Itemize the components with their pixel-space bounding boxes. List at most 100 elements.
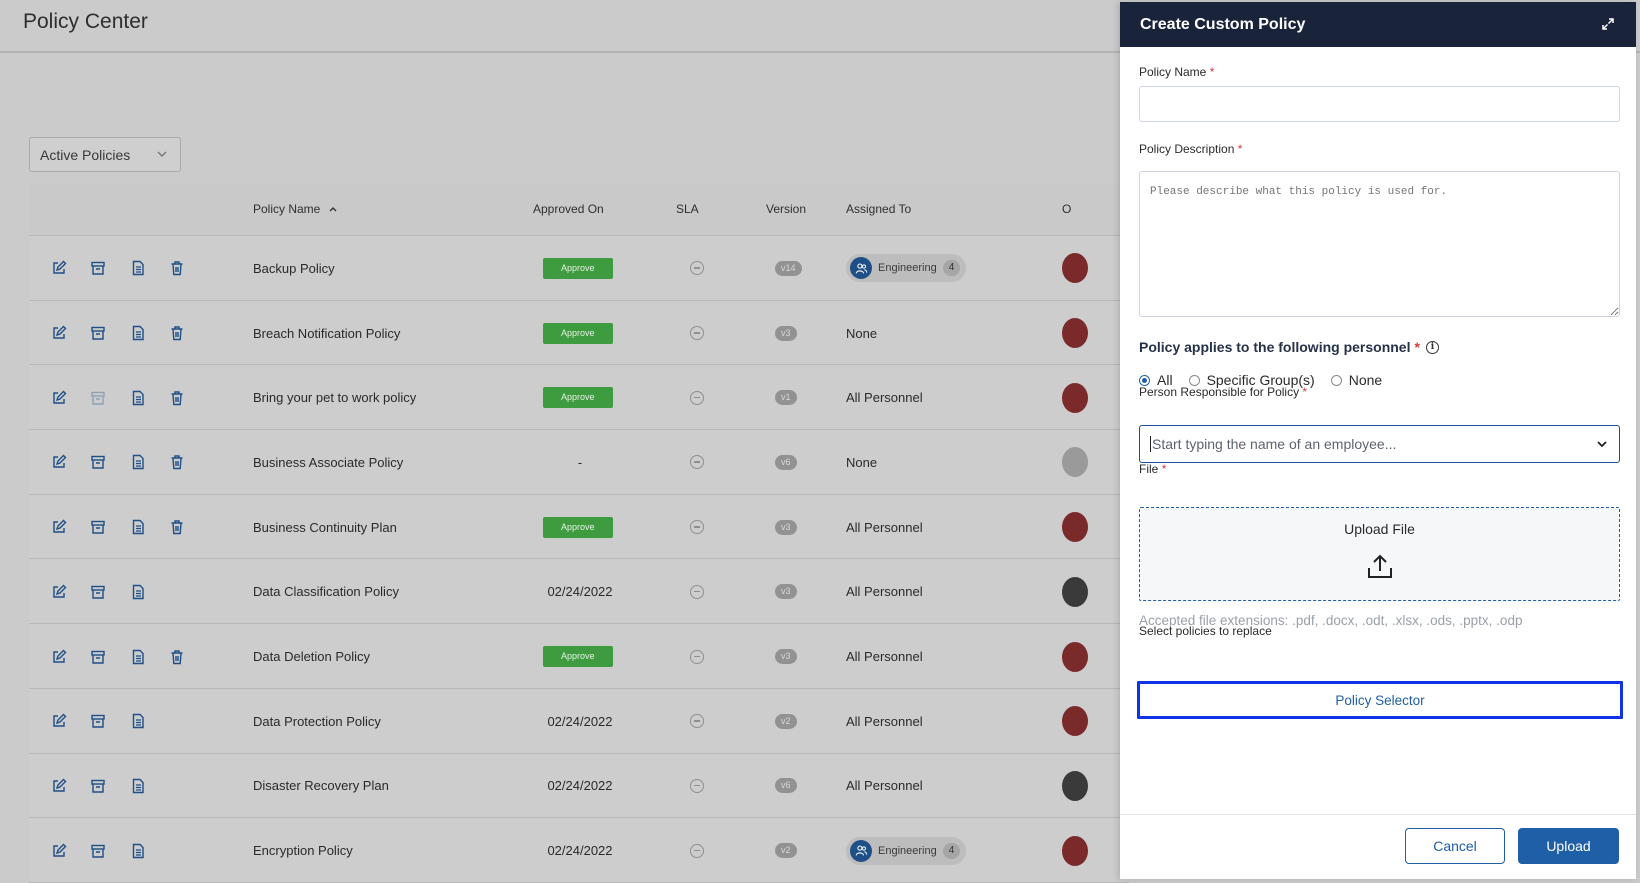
column-header-version[interactable]: Version bbox=[766, 202, 806, 216]
policy-name: Backup Policy bbox=[253, 260, 335, 276]
chevron-down-icon[interactable] bbox=[1595, 437, 1609, 451]
radio-checked[interactable] bbox=[1139, 374, 1150, 386]
column-header-sla[interactable]: SLA bbox=[676, 202, 699, 216]
info-icon[interactable]: i bbox=[1425, 340, 1439, 354]
policy-name-cell[interactable]: Disaster Recovery Plan bbox=[253, 754, 389, 819]
group-chip[interactable]: Engineering 4 bbox=[846, 254, 967, 283]
policy-name: Disaster Recovery Plan bbox=[253, 778, 389, 794]
policy-filter-select[interactable]: Active Policies bbox=[29, 137, 181, 172]
table-row[interactable]: Encryption Policy 02/24/2022 v2 Engineerin… bbox=[29, 818, 1129, 883]
document-icon[interactable] bbox=[130, 584, 146, 600]
column-header-policy-name[interactable]: Policy Name bbox=[253, 202, 338, 216]
column-header-owner[interactable]: O bbox=[1062, 202, 1071, 216]
policy-name: Breach Notification Policy bbox=[253, 325, 401, 341]
owner-avatar[interactable] bbox=[1062, 835, 1088, 866]
policy-name-cell[interactable]: Business Associate Policy bbox=[253, 430, 403, 495]
table-row[interactable]: Data Protection Policy 02/24/2022 v2 All Pe… bbox=[29, 689, 1129, 754]
table-row[interactable]: Breach Notification Policy Approve v3 None bbox=[29, 301, 1129, 366]
edit-icon[interactable] bbox=[51, 390, 67, 406]
policy-description-textarea[interactable] bbox=[1139, 171, 1620, 317]
document-icon[interactable] bbox=[130, 325, 146, 341]
radio-option-none[interactable]: None bbox=[1330, 372, 1382, 388]
sla-cell bbox=[690, 689, 704, 754]
document-icon[interactable] bbox=[130, 649, 146, 665]
document-icon[interactable] bbox=[130, 454, 146, 470]
policy-name-input[interactable] bbox=[1139, 86, 1620, 122]
owner-avatar[interactable] bbox=[1062, 770, 1088, 801]
policy-name-cell[interactable]: Business Continuity Plan bbox=[253, 495, 397, 560]
trash-icon[interactable] bbox=[169, 390, 185, 406]
assigned-to-cell: None bbox=[846, 430, 877, 495]
policy-name-cell[interactable]: Bring your pet to work policy bbox=[253, 365, 416, 430]
owner-avatar[interactable] bbox=[1062, 253, 1088, 284]
trash-icon[interactable] bbox=[169, 649, 185, 665]
archive-icon[interactable] bbox=[90, 260, 106, 276]
policy-name-cell[interactable]: Encryption Policy bbox=[253, 818, 353, 883]
document-icon[interactable] bbox=[130, 519, 146, 535]
approve-button[interactable]: Approve bbox=[543, 322, 613, 344]
document-icon[interactable] bbox=[130, 843, 146, 859]
owner-avatar[interactable] bbox=[1062, 641, 1088, 672]
table-row[interactable]: Backup Policy Approve v14 Engineering 4 bbox=[29, 236, 1129, 301]
archive-icon[interactable] bbox=[90, 649, 106, 665]
column-header-assigned-to[interactable]: Assigned To bbox=[846, 202, 911, 216]
owner-avatar[interactable] bbox=[1062, 706, 1088, 737]
archive-icon[interactable] bbox=[90, 843, 106, 859]
edit-icon[interactable] bbox=[51, 325, 67, 341]
trash-icon[interactable] bbox=[169, 519, 185, 535]
upload-button[interactable]: Upload bbox=[1518, 828, 1619, 864]
expand-icon[interactable] bbox=[1600, 16, 1616, 32]
policy-name-cell[interactable]: Breach Notification Policy bbox=[253, 301, 400, 366]
document-icon[interactable] bbox=[130, 260, 146, 276]
table-row[interactable]: Business Associate Policy - v6 None bbox=[29, 430, 1129, 495]
trash-icon[interactable] bbox=[169, 325, 185, 341]
owner-avatar[interactable] bbox=[1062, 576, 1088, 607]
approve-button[interactable]: Approve bbox=[543, 387, 613, 409]
radio-unchecked[interactable] bbox=[1330, 374, 1342, 386]
group-chip[interactable]: Engineering 4 bbox=[846, 836, 967, 865]
trash-icon[interactable] bbox=[169, 454, 185, 470]
radio-unchecked[interactable] bbox=[1188, 374, 1200, 386]
edit-icon[interactable] bbox=[51, 778, 67, 794]
edit-icon[interactable] bbox=[51, 584, 67, 600]
approve-button[interactable]: Approve bbox=[543, 516, 613, 538]
assigned-to-value: All Personnel bbox=[846, 390, 923, 406]
edit-icon[interactable] bbox=[51, 843, 67, 859]
edit-icon[interactable] bbox=[51, 519, 67, 535]
document-icon[interactable] bbox=[130, 390, 146, 406]
policy-name-cell[interactable]: Data Protection Policy bbox=[253, 689, 381, 754]
policy-name-cell[interactable]: Data Classification Policy bbox=[253, 560, 399, 625]
approve-button[interactable]: Approve bbox=[543, 257, 613, 279]
cancel-button[interactable]: Cancel bbox=[1405, 828, 1505, 864]
table-row[interactable]: Data Deletion Policy Approve v3 All Personn… bbox=[29, 624, 1129, 689]
column-header-approved-on[interactable]: Approved On bbox=[533, 202, 604, 216]
archive-icon[interactable] bbox=[90, 778, 106, 794]
file-upload-dropzone[interactable]: Upload File bbox=[1139, 507, 1620, 601]
owner-avatar[interactable] bbox=[1062, 447, 1088, 478]
approve-button[interactable]: Approve bbox=[543, 646, 613, 668]
policy-name-cell[interactable]: Data Deletion Policy bbox=[253, 624, 370, 689]
policy-name-cell[interactable]: Backup Policy bbox=[253, 236, 335, 301]
edit-icon[interactable] bbox=[51, 713, 67, 729]
person-responsible-combobox[interactable]: Start typing the name of an employee... bbox=[1139, 425, 1620, 463]
table-row[interactable]: Bring your pet to work policy Approve v1 Al… bbox=[29, 365, 1129, 431]
archive-icon[interactable] bbox=[90, 454, 106, 470]
trash-icon[interactable] bbox=[169, 260, 185, 276]
table-row[interactable]: Data Classification Policy 02/24/2022 v3 Al… bbox=[29, 560, 1129, 625]
document-icon[interactable] bbox=[130, 713, 146, 729]
table-row[interactable]: Business Continuity Plan Approve v3 All Per… bbox=[29, 495, 1129, 560]
archive-icon[interactable] bbox=[90, 584, 106, 600]
owner-avatar[interactable] bbox=[1062, 382, 1088, 413]
edit-icon[interactable] bbox=[51, 260, 67, 276]
policy-selector-button[interactable]: Policy Selector bbox=[1137, 681, 1623, 719]
table-row[interactable]: Disaster Recovery Plan 02/24/2022 v6 All Pe… bbox=[29, 754, 1129, 819]
archive-icon[interactable] bbox=[90, 713, 106, 729]
edit-icon[interactable] bbox=[51, 454, 67, 470]
owner-avatar[interactable] bbox=[1062, 512, 1088, 543]
archive-icon[interactable] bbox=[90, 390, 106, 406]
owner-avatar[interactable] bbox=[1062, 318, 1088, 349]
archive-icon[interactable] bbox=[90, 325, 106, 341]
edit-icon[interactable] bbox=[51, 649, 67, 665]
archive-icon[interactable] bbox=[90, 519, 106, 535]
document-icon[interactable] bbox=[130, 778, 146, 794]
